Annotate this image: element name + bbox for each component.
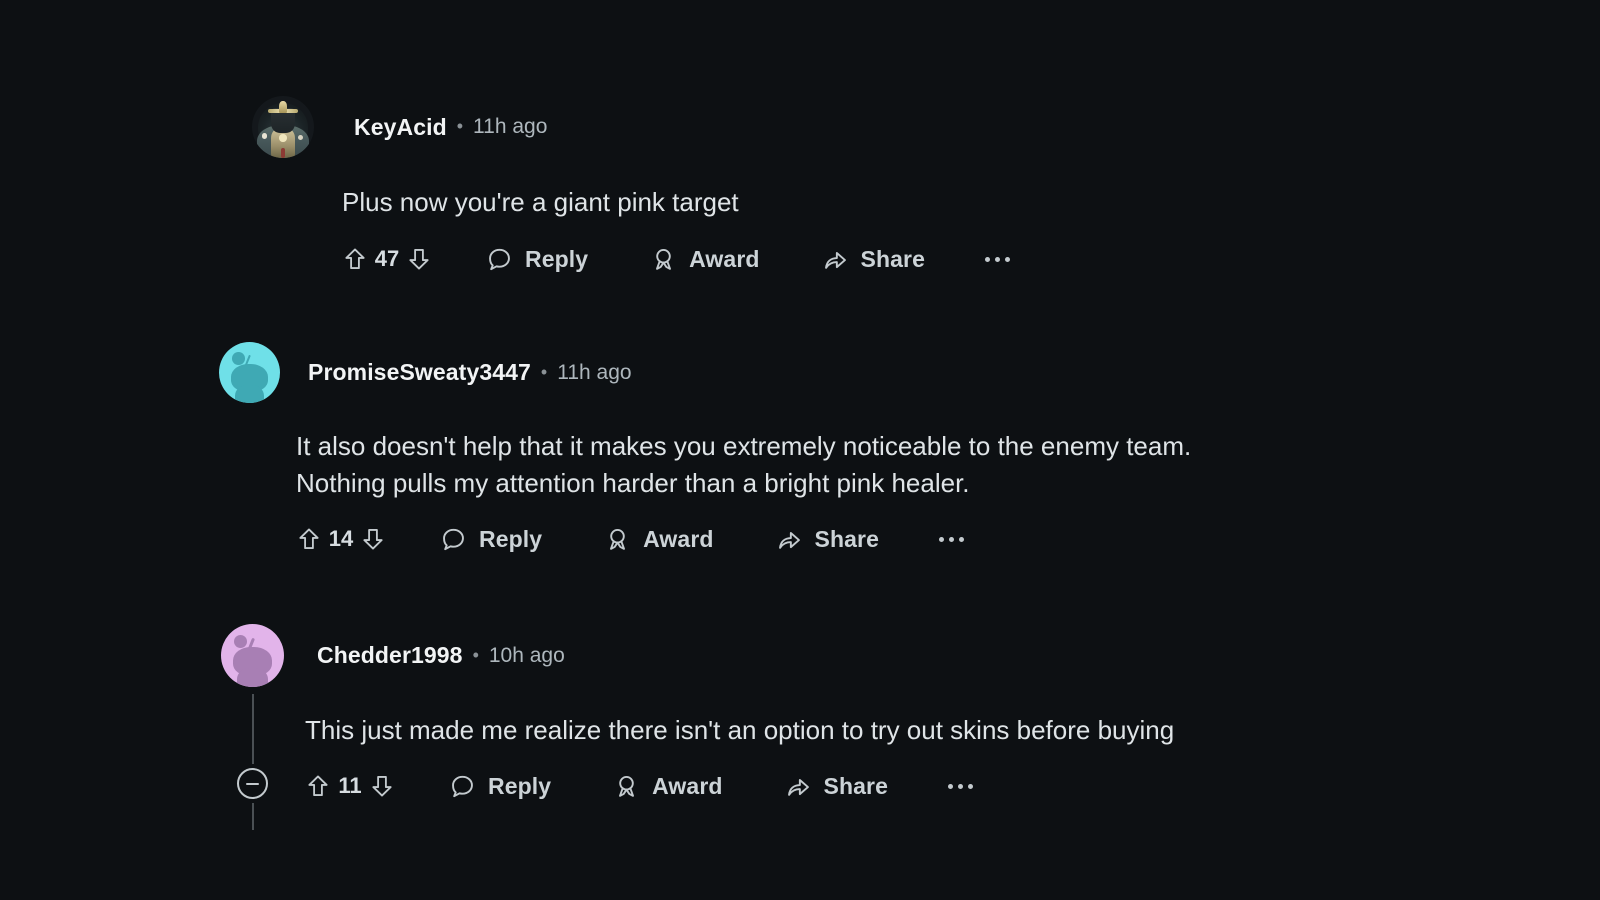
share-label: Share (823, 772, 888, 799)
award-button[interactable]: Award (650, 246, 759, 273)
comment-header: Chedder1998 • 10h ago (221, 624, 1471, 687)
speech-bubble-icon (486, 246, 513, 273)
downvote-arrow-icon[interactable] (369, 773, 395, 799)
downvote-arrow-icon[interactable] (360, 526, 386, 552)
share-arrow-icon (776, 526, 803, 553)
separator-dot: • (472, 644, 479, 665)
share-label: Share (860, 245, 925, 272)
overflow-dots-icon[interactable] (938, 536, 964, 542)
avatar[interactable] (219, 342, 280, 403)
vote-count: 47 (374, 246, 400, 272)
award-label: Award (652, 772, 723, 799)
avatar[interactable] (252, 96, 314, 158)
collapse-minus-icon (246, 782, 259, 785)
overflow-dots-icon[interactable] (947, 783, 973, 789)
downvote-arrow-icon[interactable] (406, 246, 432, 272)
medal-ribbon-icon (604, 526, 631, 553)
thread-line-upper (252, 694, 254, 764)
reply-label: Reply (479, 525, 543, 552)
comment-body: Plus now you're a giant pink target (342, 187, 739, 217)
collapse-comment-button[interactable] (237, 768, 268, 799)
avatar[interactable] (221, 624, 284, 687)
comment-header: PromiseSweaty3447 • 11h ago (219, 342, 1419, 403)
game-character-avatar-art (252, 96, 314, 158)
share-button[interactable]: Share (822, 246, 925, 273)
snoo-avatar-art (221, 624, 284, 687)
reply-label: Reply (525, 245, 589, 272)
vote-group: 47 (342, 246, 432, 272)
author-row: Chedder1998 • 10h ago (317, 642, 565, 669)
vote-group: 14 (296, 526, 386, 552)
reply-button[interactable]: Reply (440, 526, 542, 553)
speech-bubble-icon (449, 773, 476, 800)
share-label: Share (814, 525, 879, 552)
award-button[interactable]: Award (604, 526, 713, 553)
comment-timestamp: 10h ago (488, 643, 565, 667)
comment-action-bar: 11 Reply Award Share (305, 773, 1471, 800)
separator-dot: • (540, 361, 548, 382)
reply-button[interactable]: Reply (486, 246, 588, 273)
speech-bubble-icon (440, 526, 467, 553)
overflow-dots-icon[interactable] (984, 256, 1010, 262)
reddit-comment-thread: KeyAcid • 11h ago Plus now you're a gian… (0, 0, 1600, 900)
comment-author[interactable]: Chedder1998 (317, 642, 463, 669)
share-button[interactable]: Share (776, 526, 879, 553)
author-row: PromiseSweaty3447 • 11h ago (308, 359, 632, 386)
author-row: KeyAcid • 11h ago (354, 114, 547, 141)
comment-author[interactable]: PromiseSweaty3447 (308, 359, 531, 386)
separator-dot: • (456, 116, 464, 136)
comment-body: This just made me realize there isn't an… (305, 715, 1175, 745)
share-arrow-icon (785, 773, 812, 800)
thread-line-lower (252, 803, 254, 830)
comment-action-bar: 47 Reply Award Share (342, 246, 1352, 273)
vote-count: 11 (338, 773, 362, 799)
reply-button[interactable]: Reply (449, 773, 551, 800)
vote-count: 14 (328, 526, 354, 552)
medal-ribbon-icon (650, 246, 677, 273)
snoo-avatar-art (219, 342, 280, 403)
comment-promisesweaty3447: PromiseSweaty3447 • 11h ago It also does… (219, 342, 1419, 553)
comment-timestamp: 11h ago (557, 360, 632, 384)
share-arrow-icon (822, 246, 849, 273)
upvote-arrow-icon[interactable] (342, 246, 368, 272)
award-button[interactable]: Award (613, 773, 722, 800)
upvote-arrow-icon[interactable] (296, 526, 322, 552)
comment-chedder1998: Chedder1998 • 10h ago This just made me … (221, 624, 1471, 800)
comment-author[interactable]: KeyAcid (354, 114, 447, 141)
upvote-arrow-icon[interactable] (305, 773, 331, 799)
reply-label: Reply (488, 772, 552, 799)
comment-keyacid: KeyAcid • 11h ago Plus now you're a gian… (252, 96, 1352, 273)
award-label: Award (689, 245, 760, 272)
comment-header: KeyAcid • 11h ago (252, 96, 1352, 158)
comment-timestamp: 11h ago (473, 115, 548, 138)
comment-body: It also doesn't help that it makes you e… (296, 431, 1192, 498)
share-button[interactable]: Share (785, 773, 888, 800)
comment-action-bar: 14 Reply Award Share (296, 526, 1419, 553)
vote-group: 11 (305, 773, 395, 799)
award-label: Award (643, 525, 714, 552)
medal-ribbon-icon (613, 773, 640, 800)
